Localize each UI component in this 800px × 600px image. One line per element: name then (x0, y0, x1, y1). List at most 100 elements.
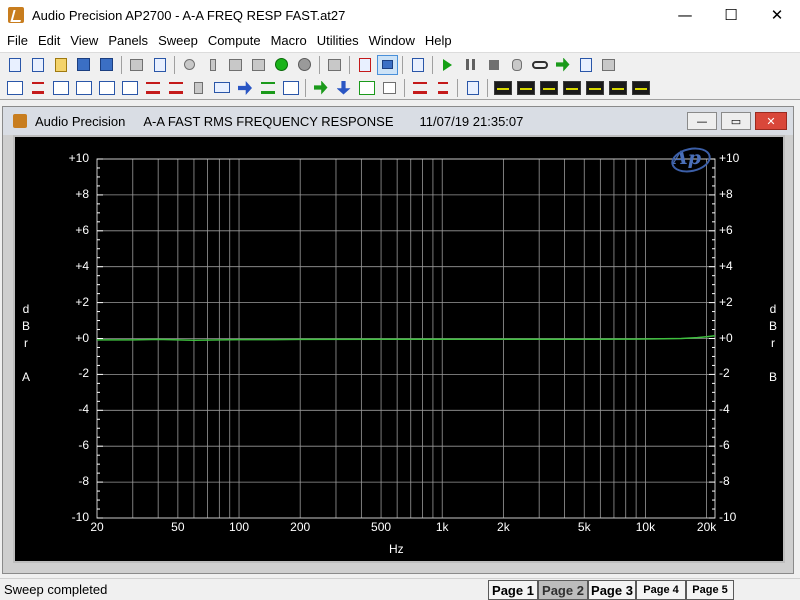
page-tab-5[interactable]: Page 5 (686, 580, 734, 600)
y-tick-label-right: +8 (719, 186, 733, 201)
toolbar-separator (305, 78, 306, 97)
print-preview-icon[interactable] (149, 55, 170, 75)
y-tick-label-left: +6 (75, 222, 89, 237)
copy-icon[interactable] (225, 55, 246, 75)
bits-icon[interactable] (119, 78, 140, 98)
status-text: Sweep completed (4, 582, 108, 597)
digital-io-icon[interactable] (234, 78, 255, 98)
y-tick-label-right: +10 (719, 151, 740, 165)
toolbar-separator (349, 55, 350, 74)
minimize-button[interactable]: — (662, 0, 708, 30)
menu-window[interactable]: Window (364, 30, 420, 52)
go-green-icon[interactable] (271, 55, 292, 75)
panel-active-icon[interactable] (377, 54, 398, 75)
new-document-icon[interactable] (4, 55, 25, 75)
app-logo-icon[interactable] (8, 7, 24, 23)
x-tick-label: 1k (435, 520, 449, 534)
glasses-icon[interactable] (529, 55, 550, 75)
page-tab-2[interactable]: Page 2 (538, 580, 588, 600)
y-tick-label-left: +4 (75, 258, 89, 273)
menu-macro[interactable]: Macro (266, 30, 312, 52)
bargraph-icon[interactable] (409, 78, 430, 98)
app-logo-icon[interactable] (13, 114, 27, 128)
clipboard-icon[interactable] (598, 55, 619, 75)
paste-icon[interactable] (248, 55, 269, 75)
stop-gray-icon[interactable] (294, 55, 315, 75)
sync-icon[interactable] (96, 78, 117, 98)
child-close-button[interactable]: ✕ (755, 112, 787, 130)
graph-view-icon[interactable] (356, 78, 377, 98)
multitone-icon[interactable] (257, 78, 278, 98)
frequency-response-graph[interactable]: +10 +10 +8 +8 +6 +6 +4 +4 +2 +2 +0 +0 -2 -2 -4 -4 -6 -6 -8… (13, 135, 785, 563)
toolbar-separator (404, 78, 405, 97)
menu-edit[interactable]: Edit (33, 30, 65, 52)
graph-window-heading: A-A FAST RMS FREQUENCY RESPONSE (143, 113, 394, 129)
menu-help[interactable]: Help (420, 30, 457, 52)
child-minimize-button[interactable]: — (687, 112, 717, 130)
menu-compute[interactable]: Compute (203, 30, 266, 52)
graph-4-icon[interactable] (561, 78, 582, 98)
y-tick-label-right: -2 (719, 366, 730, 381)
x-tick-label: 5k (577, 520, 591, 534)
graph-7-icon[interactable] (630, 78, 651, 98)
arrow-right-icon[interactable] (310, 78, 331, 98)
dcx-icon[interactable] (211, 78, 232, 98)
speaker-icon[interactable] (188, 78, 209, 98)
x-tick-label: 2k (497, 520, 510, 534)
import-icon[interactable] (575, 55, 596, 75)
close-button[interactable]: ✕ (754, 0, 800, 30)
menu-sweep[interactable]: Sweep (153, 30, 203, 52)
notes-icon[interactable] (462, 78, 483, 98)
switcher-icon[interactable] (73, 78, 94, 98)
menu-utilities[interactable]: Utilities (312, 30, 364, 52)
play-icon[interactable] (437, 55, 458, 75)
y-axis-label-right: B (768, 370, 777, 384)
graph-window-titlebar[interactable]: Audio Precision A-A FAST RMS FREQUENCY R… (3, 107, 793, 135)
page-tab-3[interactable]: Page 3 (588, 580, 636, 600)
save-icon[interactable] (73, 55, 94, 75)
stop-icon[interactable] (483, 55, 504, 75)
record-icon[interactable] (354, 55, 375, 75)
settings-panel-icon[interactable] (324, 55, 345, 75)
waveform-icon[interactable] (165, 78, 186, 98)
hand-icon[interactable] (506, 55, 527, 75)
pause-icon[interactable] (460, 55, 481, 75)
page-tab-1[interactable]: Page 1 (488, 580, 538, 600)
compute-cell-icon[interactable] (280, 78, 301, 98)
child-restore-button[interactable]: ▭ (721, 112, 751, 130)
menu-file[interactable]: File (2, 30, 33, 52)
page-tab-4[interactable]: Page 4 (636, 580, 686, 600)
configure-icon[interactable] (407, 55, 428, 75)
dsp-icon[interactable] (142, 78, 163, 98)
spreadsheet-icon[interactable] (379, 78, 400, 98)
graph-plot (96, 158, 716, 519)
filter-icon[interactable] (50, 78, 71, 98)
graph-6-icon[interactable] (607, 78, 628, 98)
undo-icon[interactable] (179, 55, 200, 75)
y-tick-label-right: +2 (719, 294, 733, 309)
cut-icon[interactable] (202, 55, 223, 75)
open-document-icon[interactable] (27, 55, 48, 75)
maximize-button[interactable]: ☐ (708, 0, 754, 30)
arrow-down-icon[interactable] (333, 78, 354, 98)
menu-view[interactable]: View (65, 30, 103, 52)
tree-icon[interactable] (432, 78, 453, 98)
graph-2-icon[interactable] (515, 78, 536, 98)
generator-icon[interactable] (4, 78, 25, 98)
toolbar-separator (432, 55, 433, 74)
menu-panels[interactable]: Panels (103, 30, 153, 52)
print-icon[interactable] (126, 55, 147, 75)
graph-5-icon[interactable] (584, 78, 605, 98)
y-axis-label-right: r (771, 336, 775, 350)
open-folder-icon[interactable] (50, 55, 71, 75)
save-all-icon[interactable] (96, 55, 117, 75)
toolbar-separator (457, 78, 458, 97)
y-tick-label-left: +8 (75, 186, 89, 201)
y-axis-label-right: d (769, 302, 777, 316)
export-icon[interactable] (552, 55, 573, 75)
graph-1-icon[interactable] (492, 78, 513, 98)
toolbar-separator (174, 55, 175, 74)
x-tick-label: 10k (635, 520, 656, 534)
graph-3-icon[interactable] (538, 78, 559, 98)
analyzer-icon[interactable] (27, 78, 48, 98)
